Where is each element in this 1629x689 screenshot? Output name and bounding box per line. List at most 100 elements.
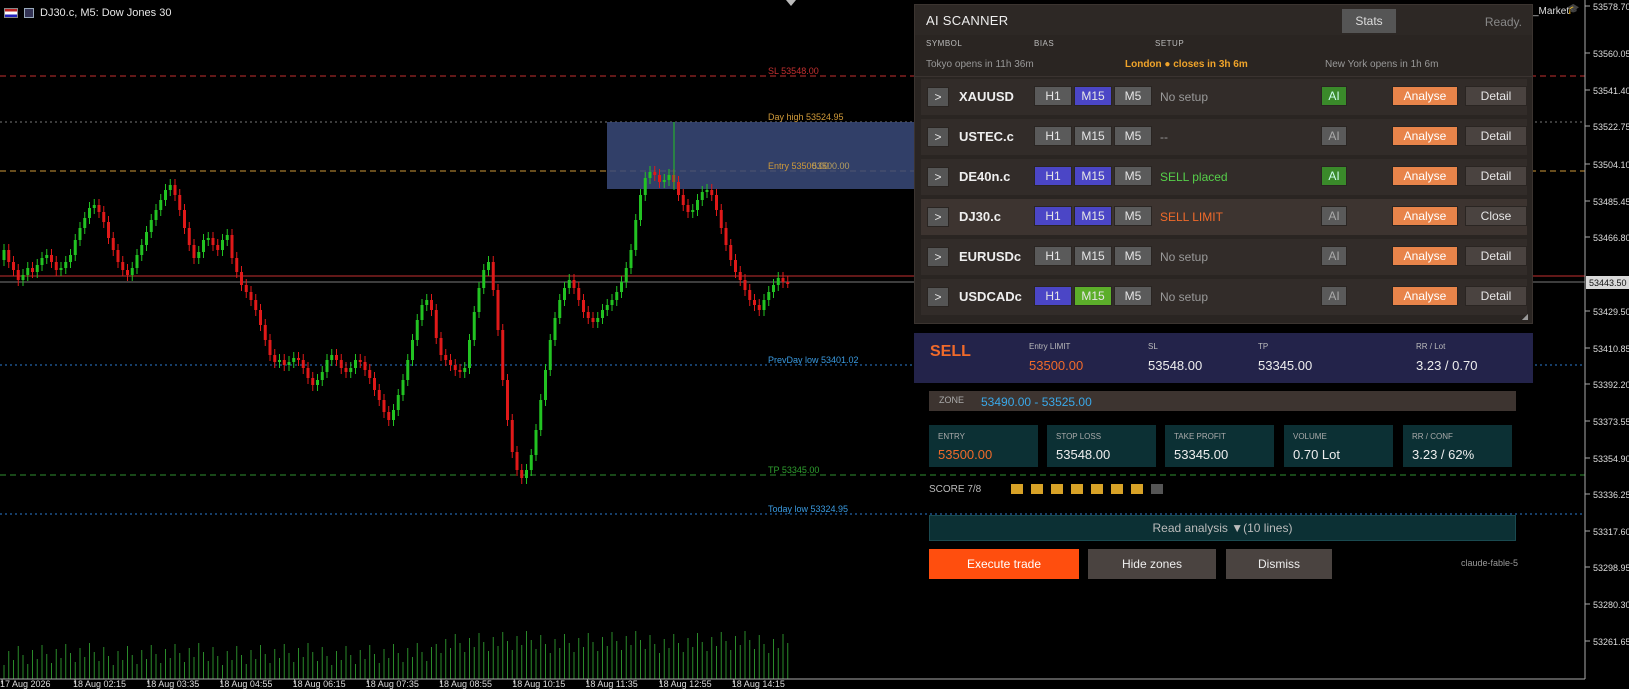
- candle-body: [463, 368, 467, 372]
- detail-button[interactable]: Detail: [1465, 246, 1527, 266]
- candle-body: [311, 378, 315, 385]
- detail-button[interactable]: Detail: [1465, 126, 1527, 146]
- tf-m15-button[interactable]: M15: [1074, 206, 1112, 226]
- scanner-row-de40: > DE40n.c H1 M15 M5 SELL placed AI Analy…: [921, 159, 1527, 195]
- tf-h1-button[interactable]: H1: [1034, 246, 1072, 266]
- tf-h1-button[interactable]: H1: [1034, 86, 1072, 106]
- candle-body: [449, 360, 452, 365]
- analyse-button[interactable]: Analyse: [1392, 206, 1458, 226]
- card-label: VOLUME: [1293, 432, 1327, 441]
- prevday-low-label: PrevDay low 53401.02: [768, 355, 859, 365]
- expand-button[interactable]: >: [927, 167, 949, 187]
- candle-body: [335, 355, 338, 360]
- tf-m15-button[interactable]: M15: [1074, 286, 1112, 306]
- tf-m15-button[interactable]: M15: [1074, 166, 1112, 186]
- market-label[interactable]: _Market: [1533, 6, 1569, 17]
- candle-body: [126, 270, 129, 275]
- expand-button[interactable]: >: [927, 247, 949, 267]
- scanner-header: AI SCANNER: [915, 5, 1532, 35]
- execute-trade-button[interactable]: Execute trade: [929, 549, 1079, 579]
- setup-status: --: [1160, 130, 1168, 144]
- tf-m15-button[interactable]: M15: [1074, 246, 1112, 266]
- tf-m5-button[interactable]: M5: [1114, 86, 1152, 106]
- candle-body: [691, 210, 695, 212]
- expand-button[interactable]: >: [927, 87, 949, 107]
- tf-m5-button[interactable]: M5: [1114, 166, 1152, 186]
- tf-h1-button[interactable]: H1: [1034, 126, 1072, 146]
- window-icon[interactable]: [24, 8, 34, 18]
- analyse-button[interactable]: Analyse: [1392, 166, 1458, 186]
- candle-body: [643, 178, 647, 195]
- tf-h1-button[interactable]: H1: [1034, 286, 1072, 306]
- time-tick-label: 17 Aug 2026: [0, 679, 51, 689]
- ai-toggle[interactable]: AI: [1321, 86, 1347, 106]
- close-button[interactable]: Close: [1465, 206, 1527, 226]
- candle-body: [249, 292, 253, 300]
- tp-label: TP: [1258, 342, 1269, 351]
- candle-body: [183, 210, 186, 228]
- candle-body: [59, 268, 63, 270]
- candle-body: [88, 208, 91, 218]
- price-tick-label: 53466.80: [1593, 233, 1629, 243]
- price-tick-label: 53261.65: [1593, 637, 1629, 647]
- score-box: [1031, 484, 1043, 494]
- stats-button[interactable]: Stats: [1342, 9, 1396, 33]
- candle-body: [221, 240, 224, 250]
- candle-body: [240, 272, 243, 285]
- candle-body: [406, 360, 410, 380]
- ai-toggle[interactable]: AI: [1321, 166, 1347, 186]
- dismiss-button[interactable]: Dismiss: [1226, 549, 1332, 579]
- detail-button[interactable]: Detail: [1465, 286, 1527, 306]
- ai-toggle[interactable]: AI: [1321, 206, 1347, 226]
- ai-toggle[interactable]: AI: [1321, 126, 1347, 146]
- candle-body: [73, 240, 77, 255]
- ai-toggle[interactable]: AI: [1321, 286, 1347, 306]
- time-tick-label: 18 Aug 11:35: [585, 679, 637, 689]
- hide-zones-button[interactable]: Hide zones: [1088, 549, 1216, 579]
- analyse-button[interactable]: Analyse: [1392, 126, 1458, 146]
- candle-body: [667, 175, 671, 180]
- analyse-button[interactable]: Analyse: [1392, 286, 1458, 306]
- scroll-marker-icon[interactable]: [786, 0, 796, 6]
- day-high-label: Day high 53524.95: [768, 112, 844, 122]
- session-london: London ● closes in 3h 6m: [1125, 59, 1248, 70]
- candle-body: [21, 275, 25, 280]
- card-value: 0.70 Lot: [1293, 447, 1340, 462]
- candle-body: [729, 245, 733, 260]
- analyse-button[interactable]: Analyse: [1392, 246, 1458, 266]
- tf-m5-button[interactable]: M5: [1114, 286, 1152, 306]
- mortarboard-icon[interactable]: 🎓: [1567, 5, 1579, 15]
- tf-m5-button[interactable]: M5: [1114, 206, 1152, 226]
- expand-button[interactable]: >: [927, 127, 949, 147]
- candle-body: [577, 288, 581, 300]
- detail-button[interactable]: Detail: [1465, 86, 1527, 106]
- tf-m5-button[interactable]: M5: [1114, 126, 1152, 146]
- candle-body: [601, 310, 604, 318]
- candle-body: [254, 300, 258, 310]
- tf-m15-button[interactable]: M15: [1074, 126, 1112, 146]
- candle-body: [358, 360, 362, 362]
- candle-body: [710, 190, 714, 195]
- read-analysis-button[interactable]: Read analysis ▼(10 lines): [929, 515, 1516, 541]
- candle-body: [506, 380, 509, 420]
- detail-button[interactable]: Detail: [1465, 166, 1527, 186]
- candle-body: [610, 300, 614, 305]
- ai-toggle[interactable]: AI: [1321, 246, 1347, 266]
- analyse-button[interactable]: Analyse: [1392, 86, 1458, 106]
- candle-body: [738, 272, 742, 280]
- tf-h1-button[interactable]: H1: [1034, 206, 1072, 226]
- tf-m5-button[interactable]: M5: [1114, 246, 1152, 266]
- setup-status: No setup: [1160, 290, 1209, 304]
- tf-m15-button[interactable]: M15: [1074, 86, 1112, 106]
- entry-zone-box: [607, 122, 914, 189]
- candle-body: [525, 470, 528, 478]
- price-tick-label: 53410.85: [1593, 344, 1629, 354]
- expand-button[interactable]: >: [927, 207, 949, 227]
- expand-button[interactable]: >: [927, 287, 949, 307]
- price-tick-label: 53485.45: [1593, 197, 1629, 207]
- candle-body: [520, 470, 524, 478]
- price-tick-label: 53298.95: [1593, 563, 1629, 573]
- signal-side: SELL: [930, 343, 971, 360]
- tf-h1-button[interactable]: H1: [1034, 166, 1072, 186]
- resize-grip-icon[interactable]: ◢: [1522, 312, 1528, 321]
